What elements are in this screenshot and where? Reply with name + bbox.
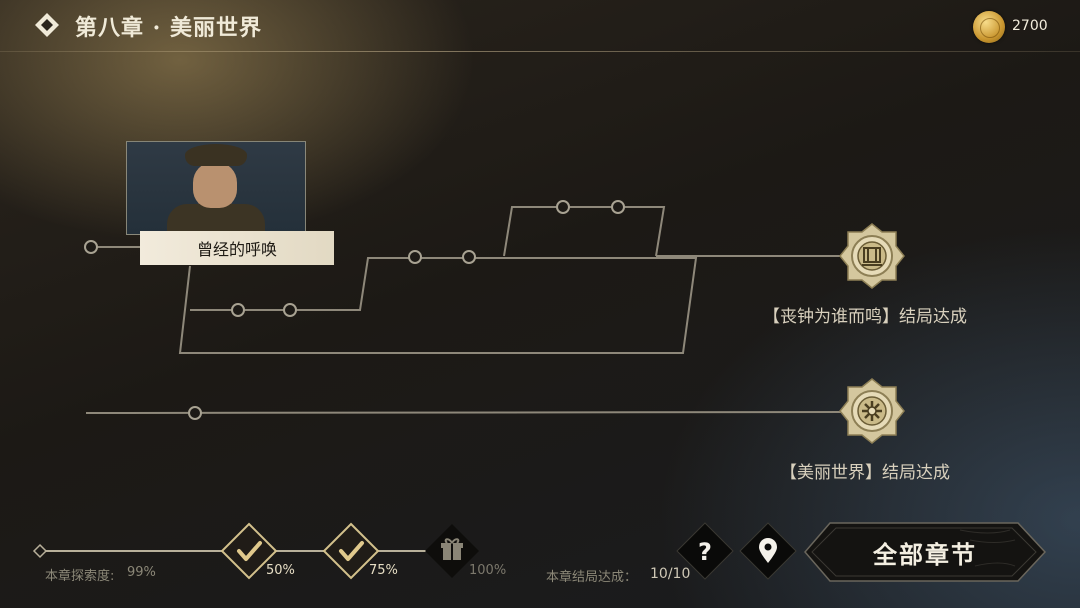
ending-badge-flower-icon[interactable]	[839, 378, 905, 444]
ending-count-label: 本章结局达成：	[546, 570, 638, 585]
story-node[interactable]	[556, 200, 570, 214]
progress-start-marker	[32, 543, 48, 559]
story-node[interactable]	[231, 303, 245, 317]
ending-label-bell: 【丧钟为谁而鸣】结局达成	[763, 307, 967, 327]
ending-badge-bell-icon[interactable]	[839, 223, 905, 289]
exploration-label: 本章探索度:	[45, 569, 115, 584]
story-node[interactable]	[611, 200, 625, 214]
chapter-portrait-image[interactable]	[126, 141, 306, 235]
story-node[interactable]	[188, 406, 202, 420]
svg-text:?: ?	[698, 538, 712, 566]
milestone-50-label: 50%	[266, 563, 295, 578]
story-node[interactable]	[84, 240, 98, 254]
milestone-100-label: 100%	[469, 563, 507, 578]
ending-label-beautiful-world: 【美丽世界】结局达成	[780, 463, 950, 483]
story-node[interactable]	[408, 250, 422, 264]
current-node-label[interactable]: 曾经的呼唤	[140, 231, 334, 265]
ending-count-value: 10/10	[650, 566, 691, 582]
branch-lower-frame	[178, 257, 698, 354]
story-node[interactable]	[283, 303, 297, 317]
milestone-75-label: 75%	[369, 563, 398, 578]
story-node[interactable]	[462, 250, 476, 264]
exploration-value: 99%	[127, 565, 156, 580]
location-pin-icon[interactable]	[739, 522, 797, 580]
branch-upper-frame	[503, 206, 666, 257]
all-chapters-button[interactable]: 全部章节	[805, 523, 1045, 581]
